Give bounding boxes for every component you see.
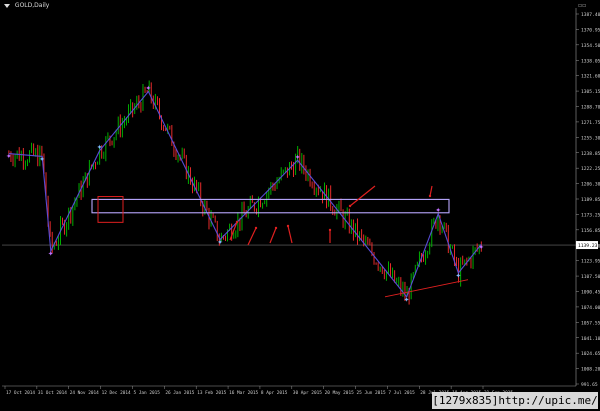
price-label: 1041.10 — [581, 336, 600, 342]
price-label: 1156.85 — [581, 228, 600, 234]
price-label: 1255.30 — [581, 135, 600, 141]
annotation-arrow — [247, 227, 257, 246]
price-label: 1370.95 — [581, 27, 600, 33]
zigzag-line — [8, 90, 482, 298]
time-label: 7 Jul 2015 — [388, 390, 415, 396]
price-label: 1189.85 — [581, 197, 600, 203]
annotation-arrow-head-icon — [428, 194, 432, 198]
swing-arrow-icon: ✦ — [39, 155, 45, 163]
price-label: 1387.40 — [581, 12, 600, 18]
price-label: 1024.65 — [581, 351, 600, 357]
price-label: 1173.25 — [581, 212, 600, 218]
time-label: 12 Dec 2014 — [102, 390, 131, 396]
time-label: 25 Jun 2015 — [357, 390, 386, 396]
support-trendline — [384, 279, 469, 298]
symbol-label: GOLD,Daily — [14, 2, 50, 9]
price-label: 1305.15 — [581, 89, 600, 95]
swing-arrow-icon: ✦ — [455, 272, 461, 280]
price-label: 1321.60 — [581, 74, 600, 80]
price-label: 1008.20 — [581, 367, 600, 373]
price-label: 1271.75 — [581, 120, 600, 126]
swing-arrow-icon: ✦ — [217, 239, 223, 247]
price-label: 1090.45 — [581, 290, 600, 296]
price-label: 1238.85 — [581, 151, 600, 157]
swing-arrow-icon: ✦ — [435, 207, 441, 215]
price-label: 1338.05 — [581, 58, 600, 64]
window-controls-icon[interactable]: ▫▫ — [578, 2, 592, 9]
time-label: 17 Oct 2014 — [6, 390, 35, 396]
annotation-arrow-head-icon — [328, 228, 332, 232]
annotation-arrow-head-icon — [348, 204, 352, 208]
price-label: 1074.00 — [581, 305, 600, 311]
chart-window: 1387.40 1370.95 1354.50 1338.05 1321.60 1305.… — [0, 0, 600, 411]
price-chart[interactable]: 1387.40 1370.95 1354.50 1338.05 1321.60 1305.… — [0, 0, 600, 411]
swing-arrow-icon: ✦ — [97, 144, 103, 152]
current-price-value: 1139.23 — [578, 243, 598, 249]
annotation-arrow — [349, 185, 376, 207]
highlight-box — [97, 196, 124, 223]
watermark-label: [1279x835]http://upic.me/ — [432, 392, 598, 409]
annotation-arrow-head-icon — [254, 226, 258, 230]
time-label: 26 Jan 2015 — [165, 390, 194, 396]
swing-arrow-icon: ✦ — [145, 84, 151, 92]
price-label: 1288.70 — [581, 105, 600, 111]
swing-arrow-icon: ✦ — [48, 250, 54, 258]
dropdown-triangle-icon[interactable] — [4, 3, 10, 8]
support-resistance-zone — [91, 198, 450, 214]
price-label: 1354.50 — [581, 43, 600, 49]
time-label: 24 Nov 2014 — [70, 390, 99, 396]
swing-arrow-icon: ✦ — [295, 153, 301, 161]
chart-title: GOLD,Daily — [4, 2, 49, 9]
time-label: 8 Apr 2015 — [261, 390, 288, 396]
time-label: 31 Oct 2014 — [38, 390, 67, 396]
time-label: 13 Feb 2015 — [197, 390, 226, 396]
time-label: 5 Jan 2015 — [133, 390, 160, 396]
price-label: 1057.55 — [581, 320, 600, 326]
time-label: 20 May 2015 — [325, 390, 354, 396]
annotation-arrow-head-icon — [274, 226, 278, 230]
price-label: 991.65 — [581, 382, 598, 388]
annotation-arrow-head-icon — [286, 224, 290, 228]
annotation-arrow — [429, 185, 433, 197]
annotation-arrow — [269, 227, 277, 244]
price-label: 1206.30 — [581, 182, 600, 188]
time-label: 16 Mar 2015 — [229, 390, 258, 396]
swing-arrow-icon: ✦ — [404, 296, 410, 304]
annotation-arrow-head-icon — [235, 220, 239, 224]
annotation-arrow — [287, 225, 293, 244]
price-label: 1222.25 — [581, 166, 600, 172]
time-label: 30 Apr 2015 — [293, 390, 322, 396]
price-label: 1123.95 — [581, 259, 600, 265]
price-label: 1107.50 — [581, 274, 600, 280]
swing-arrow-icon: ✦ — [6, 153, 12, 161]
swing-arrow-icon: ✦ — [478, 243, 484, 251]
